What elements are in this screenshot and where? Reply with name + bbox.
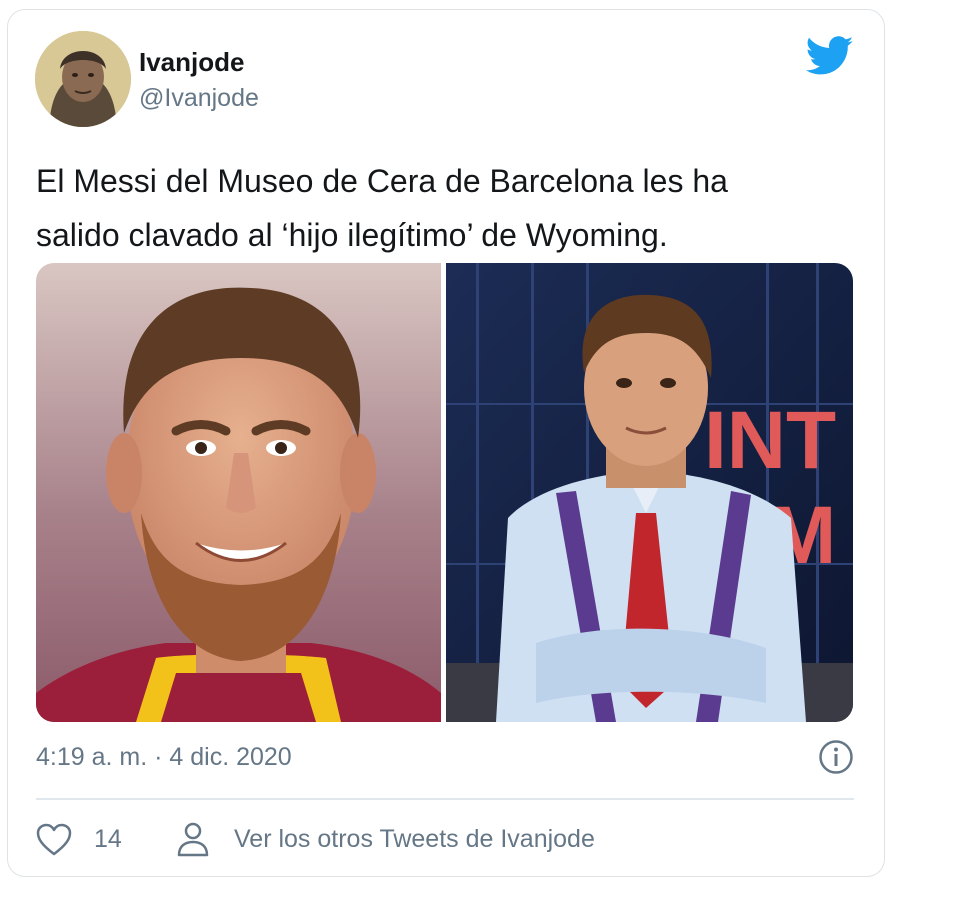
tweet-timestamp[interactable]: 4:19 a. m. · 4 dic. 2020 — [36, 743, 292, 772]
tweet-text-line-1: El Messi del Museo de Cera de Barcelona … — [36, 163, 728, 199]
actions-divider — [36, 798, 854, 800]
author-handle[interactable]: @Ivanjode — [139, 84, 259, 113]
presenter-photo[interactable]: INT M — [446, 263, 853, 722]
twitter-bird-icon[interactable] — [806, 35, 854, 77]
tweet-text-line-2: salido clavado al ‘hijo ilegítimo’ de Wy… — [36, 217, 668, 253]
author-display-name[interactable]: Ivanjode — [139, 47, 244, 78]
view-profile-link[interactable]: Ver los otros Tweets de Ivanjode — [234, 825, 595, 854]
like-count[interactable]: 14 — [94, 825, 122, 854]
tweet-media: INT M — [36, 263, 853, 722]
info-icon[interactable] — [818, 739, 854, 775]
author-avatar[interactable] — [35, 31, 131, 127]
heart-icon[interactable] — [36, 823, 72, 857]
tweet-card: Ivanjode @Ivanjode El Messi del Museo de… — [7, 9, 885, 877]
background-sign-text-1: INT — [704, 395, 836, 486]
person-icon[interactable] — [176, 821, 210, 857]
wax-figure-photo[interactable] — [36, 263, 441, 722]
avatar-portrait-icon — [35, 31, 131, 127]
tweet-text: El Messi del Museo de Cera de Barcelona … — [36, 154, 856, 262]
